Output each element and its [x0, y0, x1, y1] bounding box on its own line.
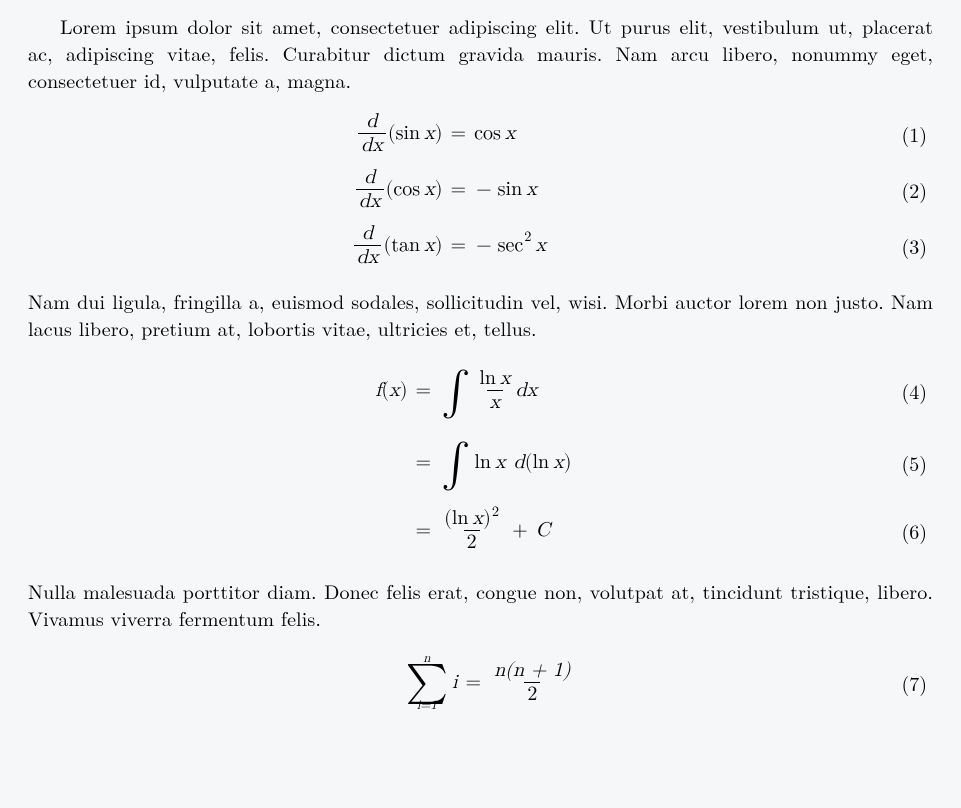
- integral-icon: ∫: [441, 377, 470, 408]
- equation-row-3: d dx (tanx) = −sec2x (3): [28, 217, 933, 273]
- document-page: Lorem ipsum dolor sit amet, consectetuer…: [0, 0, 961, 721]
- equation-5: = ∫ lnx d(lnx): [298, 447, 658, 478]
- paragraph-1: Lorem ipsum dolor sit amet, consectetuer…: [28, 12, 933, 93]
- equation-row-7: n ∑ i=1 i = n(n + 1) 2 (7): [28, 643, 933, 721]
- equation-1: d dx (sinx) = cosx: [293, 111, 663, 156]
- summation-icon: n ∑ i=1: [406, 652, 448, 712]
- equation-7: n ∑ i=1 i = n(n + 1) 2: [298, 652, 658, 712]
- equation-6: = (lnx)2 2 +C: [298, 508, 658, 553]
- equation-number-1: (1): [901, 119, 927, 148]
- equation-block-derivatives: d dx (sinx) = cosx (1) d dx: [28, 105, 933, 273]
- equation-3: d dx (tanx) = −sec2x: [293, 223, 663, 268]
- integral-icon: ∫: [441, 449, 470, 480]
- paragraph-2: Nam dui ligula, fringilla a, euismod sod…: [28, 287, 933, 341]
- equation-block-integral: f(x) = ∫ lnx x dx (4) =: [28, 353, 933, 563]
- equation-row-4: f(x) = ∫ lnx x dx (4): [28, 353, 933, 427]
- equation-row-1: d dx (sinx) = cosx (1): [28, 105, 933, 161]
- equation-number-2: (2): [901, 175, 927, 204]
- equation-number-4: (4): [901, 376, 927, 405]
- equation-number-3: (3): [901, 231, 927, 260]
- equation-block-sum: n ∑ i=1 i = n(n + 1) 2 (7): [28, 643, 933, 721]
- equation-number-6: (6): [901, 516, 927, 545]
- equation-row-6: = (lnx)2 2 +C (6): [28, 497, 933, 563]
- equation-number-5: (5): [901, 448, 927, 477]
- equation-row-2: d dx (cosx) = −sinx (2): [28, 161, 933, 217]
- paragraph-3: Nulla malesuada porttitor diam. Donec fe…: [28, 577, 933, 631]
- equation-4: f(x) = ∫ lnx x dx: [298, 368, 658, 413]
- equation-number-7: (7): [901, 668, 927, 697]
- equation-row-5: = ∫ lnx d(lnx) (5): [28, 427, 933, 497]
- equation-2: d dx (cosx) = −sinx: [293, 167, 663, 212]
